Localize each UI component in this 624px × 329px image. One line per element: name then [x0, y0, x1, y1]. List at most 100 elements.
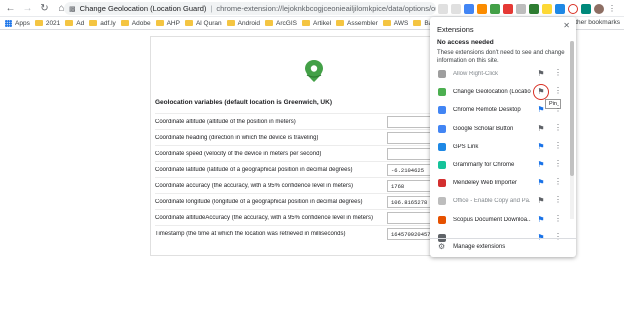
- extension-name: Chrome Remote Desktop: [453, 107, 521, 114]
- ext-grey-icon[interactable]: [516, 3, 526, 14]
- extension-item[interactable]: Grammarly for Chrome ⚑ ⋮: [430, 156, 568, 174]
- more-options-icon[interactable]: ⋮: [554, 214, 562, 223]
- extension-item[interactable]: Scopus Document Downloa... ⚑ ⋮: [430, 211, 568, 229]
- more-options-icon[interactable]: ⋮: [554, 159, 562, 168]
- toolbar-extension-icons: ⋮: [438, 2, 620, 15]
- star-icon[interactable]: [451, 3, 461, 14]
- more-options-icon[interactable]: ⋮: [554, 68, 562, 77]
- google-icon[interactable]: [464, 3, 474, 14]
- more-options-icon[interactable]: ⋮: [554, 177, 562, 186]
- bookmark-folder[interactable]: Adobe: [120, 20, 151, 27]
- title-url-separator: |: [210, 4, 213, 13]
- pin-icon[interactable]: ⚑: [536, 160, 546, 170]
- extension-name: GPS Link: [453, 143, 479, 150]
- extension-name: Mendeley Web Importer: [453, 180, 517, 187]
- divider: [430, 238, 576, 239]
- address-bar[interactable]: ▩ Change Geolocation (Location Guard) | …: [64, 2, 436, 15]
- pin-icon[interactable]: ⚑: [536, 124, 546, 134]
- extension-name: Google Scholar Button: [453, 125, 514, 132]
- extension-item[interactable]: Office - Enable Copy and Pa... ⚑ ⋮: [430, 192, 568, 210]
- folder-icon: [89, 20, 98, 26]
- more-options-icon[interactable]: ⋮: [554, 232, 562, 241]
- setting-label: Timestamp (the time at which the locatio…: [155, 230, 346, 237]
- extension-item[interactable]: Allow Right-Click ⚑ ⋮: [430, 65, 568, 83]
- pin-icon[interactable]: ⚑: [536, 69, 546, 79]
- more-options-icon[interactable]: ⋮: [554, 141, 562, 150]
- more-options-icon[interactable]: ⋮: [554, 86, 562, 95]
- back-arrow-icon[interactable]: ←: [4, 2, 17, 15]
- bookmark-folder[interactable]: AWS: [382, 20, 408, 27]
- setting-label: Coordinate heading (direction in which t…: [155, 134, 319, 141]
- extension-icon: [438, 161, 446, 169]
- popup-title: Extensions: [437, 25, 474, 34]
- setting-label: Coordinate longitude (longitude of a geo…: [155, 198, 363, 205]
- more-options-icon[interactable]: ⋮: [554, 123, 562, 132]
- extension-name: Change Geolocation (Locatio...: [453, 89, 531, 96]
- folder-icon: [265, 20, 274, 26]
- bookmark-folder[interactable]: Android: [226, 20, 260, 27]
- extension-icon: [438, 142, 446, 151]
- extensions-puzzle-icon[interactable]: [568, 3, 578, 14]
- extension-item[interactable]: GPS Link ⚑ ⋮: [430, 138, 568, 156]
- extension-icon: [438, 197, 446, 206]
- highlight-circle: [533, 84, 549, 101]
- setting-row: Coordinate speed (velocity of the device…: [155, 145, 453, 161]
- share-icon[interactable]: [438, 3, 448, 14]
- folder-icon: [382, 20, 391, 26]
- bookmark-folder[interactable]: adf.ly: [89, 20, 116, 27]
- ext-teal-icon[interactable]: [581, 3, 591, 14]
- popup-scrollbar[interactable]: [570, 41, 574, 219]
- more-options-icon[interactable]: ⋮: [554, 195, 562, 204]
- setting-row: Coordinate accuracy (the accuracy, with …: [155, 177, 453, 193]
- extension-name: Allow Right-Click: [453, 71, 499, 77]
- extension-icon: [438, 88, 446, 97]
- ext-red-icon[interactable]: [503, 3, 513, 14]
- setting-row: Timestamp (the time at which the locatio…: [155, 225, 453, 241]
- forward-arrow-icon[interactable]: →: [21, 2, 34, 15]
- bookmark-folder[interactable]: Artikel: [301, 20, 331, 27]
- reload-icon[interactable]: ↻: [38, 2, 51, 15]
- menu-dots-icon[interactable]: ⋮: [607, 4, 617, 14]
- pin-icon[interactable]: ⚑: [536, 178, 546, 188]
- extension-item[interactable]: Google Scholar Button ⚑ ⋮: [430, 120, 568, 138]
- extension-icon: [438, 215, 446, 224]
- bookmark-folder[interactable]: Al Quran: [184, 20, 222, 27]
- location-pin-icon: [305, 60, 323, 82]
- close-icon[interactable]: ✕: [563, 21, 570, 30]
- extension-item[interactable]: Mendeley Web Importer ⚑ ⋮: [430, 174, 568, 192]
- bookmark-folder[interactable]: Assembler: [336, 20, 378, 27]
- ext-orange-icon[interactable]: [477, 3, 487, 14]
- extension-item[interactable]: Chrome Remote Desktop ⚑ ⋮: [430, 101, 568, 119]
- scrollbar-thumb[interactable]: [570, 41, 574, 176]
- extension-name: Scopus Document Downloa...: [453, 216, 531, 223]
- browser-toolbar: ← → ↻ ⌂ ▩ Change Geolocation (Location G…: [0, 0, 624, 17]
- pin-icon[interactable]: ⚑: [536, 105, 546, 115]
- folder-icon: [413, 20, 422, 26]
- avatar[interactable]: [594, 3, 604, 14]
- pin-icon[interactable]: ⚑: [536, 142, 546, 152]
- setting-row: Coordinate altitudeAccuracy (the accurac…: [155, 209, 453, 225]
- more-options-icon[interactable]: ⋮: [554, 104, 562, 113]
- bookmark-folder[interactable]: 2021: [34, 20, 60, 27]
- bookmark-folder[interactable]: ArcGIS: [265, 20, 297, 27]
- ext-green-icon[interactable]: [490, 3, 500, 14]
- extension-puzzle-icon: ▩: [69, 5, 76, 13]
- ext-green2-icon[interactable]: [529, 3, 539, 14]
- page-url: chrome-extension://lejoknkbcogjceonieail…: [216, 4, 436, 13]
- extension-icon: [438, 124, 446, 133]
- section-title: Geolocation variables (default location …: [155, 99, 332, 106]
- bookmark-apps[interactable]: Apps: [5, 19, 30, 27]
- pin-icon[interactable]: ⚑: [536, 196, 546, 206]
- pin-icon[interactable]: ⚑: [536, 215, 546, 225]
- setting-row: Coordinate latitude (latitude of a geogr…: [155, 161, 453, 177]
- apps-grid-icon: [5, 19, 12, 27]
- manage-extensions-link[interactable]: ⚙ Manage extensions: [438, 242, 505, 251]
- ext-blue-icon[interactable]: [555, 3, 565, 14]
- bookmark-folder[interactable]: AHP: [155, 20, 180, 27]
- extension-item[interactable]: Change Geolocation (Locatio... ⚑ ⋮ Pin: [430, 83, 568, 110]
- page-title: Change Geolocation (Location Guard): [79, 4, 207, 13]
- no-access-heading: No access needed: [437, 39, 494, 46]
- ext-yellow-icon[interactable]: [542, 3, 552, 14]
- setting-label: Coordinate speed (velocity of the device…: [155, 150, 322, 157]
- bookmark-folder[interactable]: Ad: [65, 20, 84, 27]
